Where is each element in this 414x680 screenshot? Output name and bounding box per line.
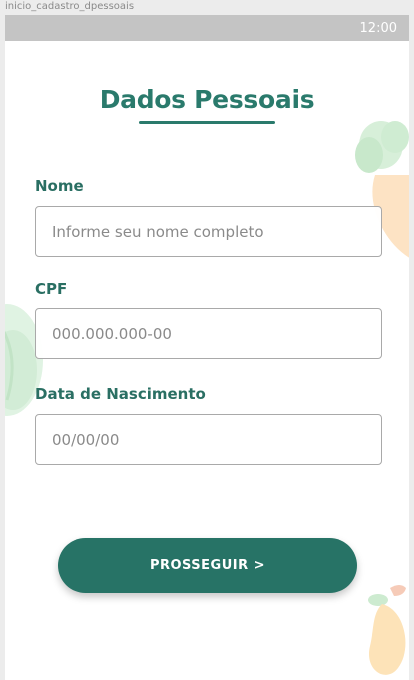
- mango-illustration: [368, 585, 406, 675]
- name-input[interactable]: [35, 206, 382, 257]
- cpf-label: CPF: [35, 280, 68, 298]
- cpf-input[interactable]: [35, 308, 382, 359]
- phone-screen: 12:00 Dados Pessoais Nome CPF Data de Na…: [5, 15, 409, 680]
- birthdate-input[interactable]: [35, 414, 382, 465]
- artboard-label: inicio_cadastro_dpessoais: [5, 1, 135, 12]
- name-label: Nome: [35, 177, 84, 195]
- status-time: 12:00: [359, 21, 397, 36]
- page-title: Dados Pessoais: [99, 85, 315, 114]
- status-bar: 12:00: [5, 15, 409, 41]
- title-underline: [139, 121, 275, 124]
- continue-button[interactable]: PROSSEGUIR >: [58, 538, 357, 593]
- birthdate-label: Data de Nascimento: [35, 385, 206, 403]
